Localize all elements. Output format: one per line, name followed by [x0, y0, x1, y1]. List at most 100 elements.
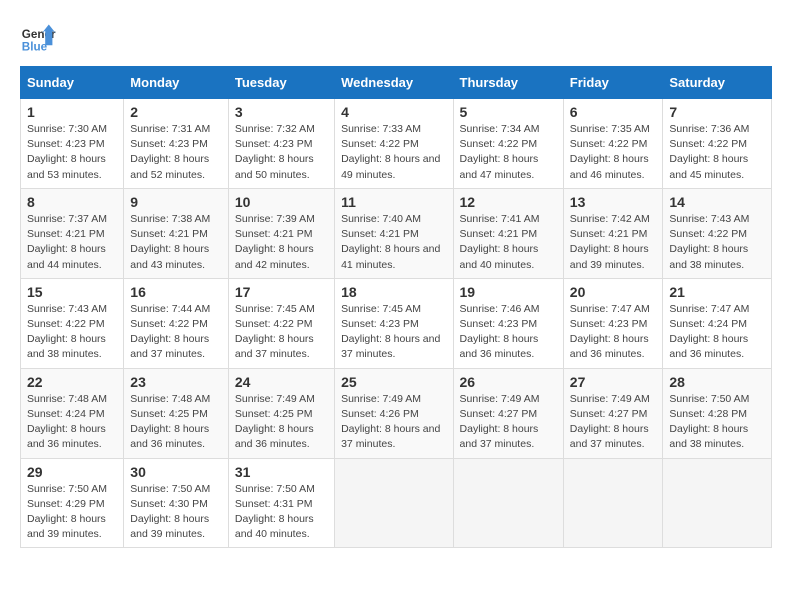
calendar-week-row: 8 Sunrise: 7:37 AM Sunset: 4:21 PM Dayli…: [21, 188, 772, 278]
day-info: Sunrise: 7:49 AM Sunset: 4:26 PM Dayligh…: [341, 392, 446, 453]
day-number: 6: [570, 104, 657, 120]
day-number: 9: [130, 194, 222, 210]
sunset-label: Sunset: 4:23 PM: [341, 318, 419, 330]
calendar-header-row: Sunday Monday Tuesday Wednesday Thursday…: [21, 67, 772, 99]
sunset-label: Sunset: 4:21 PM: [460, 228, 538, 240]
calendar-day-cell: 6 Sunrise: 7:35 AM Sunset: 4:22 PM Dayli…: [563, 99, 663, 189]
logo: General Blue: [20, 20, 56, 56]
calendar-day-cell: 8 Sunrise: 7:37 AM Sunset: 4:21 PM Dayli…: [21, 188, 124, 278]
day-info: Sunrise: 7:30 AM Sunset: 4:23 PM Dayligh…: [27, 122, 117, 183]
page-header: General Blue: [20, 20, 772, 56]
day-number: 19: [460, 284, 557, 300]
sunset-label: Sunset: 4:27 PM: [460, 408, 538, 420]
sunset-label: Sunset: 4:22 PM: [27, 318, 105, 330]
daylight-label: Daylight: 8 hours and 37 minutes.: [130, 333, 209, 360]
calendar-day-cell: 28 Sunrise: 7:50 AM Sunset: 4:28 PM Dayl…: [663, 368, 772, 458]
day-number: 26: [460, 374, 557, 390]
sunset-label: Sunset: 4:28 PM: [669, 408, 747, 420]
day-number: 3: [235, 104, 328, 120]
day-info: Sunrise: 7:50 AM Sunset: 4:31 PM Dayligh…: [235, 482, 328, 543]
day-number: 28: [669, 374, 765, 390]
sunset-label: Sunset: 4:22 PM: [460, 138, 538, 150]
daylight-label: Daylight: 8 hours and 46 minutes.: [570, 153, 649, 180]
calendar-day-cell: 20 Sunrise: 7:47 AM Sunset: 4:23 PM Dayl…: [563, 278, 663, 368]
day-info: Sunrise: 7:33 AM Sunset: 4:22 PM Dayligh…: [341, 122, 446, 183]
daylight-label: Daylight: 8 hours and 37 minutes.: [341, 423, 440, 450]
daylight-label: Daylight: 8 hours and 38 minutes.: [669, 243, 748, 270]
header-friday: Friday: [563, 67, 663, 99]
day-info: Sunrise: 7:46 AM Sunset: 4:23 PM Dayligh…: [460, 302, 557, 363]
daylight-label: Daylight: 8 hours and 52 minutes.: [130, 153, 209, 180]
sunrise-label: Sunrise: 7:33 AM: [341, 123, 421, 135]
sunrise-label: Sunrise: 7:43 AM: [669, 213, 749, 225]
day-info: Sunrise: 7:40 AM Sunset: 4:21 PM Dayligh…: [341, 212, 446, 273]
sunset-label: Sunset: 4:31 PM: [235, 498, 313, 510]
day-info: Sunrise: 7:47 AM Sunset: 4:23 PM Dayligh…: [570, 302, 657, 363]
daylight-label: Daylight: 8 hours and 50 minutes.: [235, 153, 314, 180]
header-thursday: Thursday: [453, 67, 563, 99]
sunrise-label: Sunrise: 7:45 AM: [341, 303, 421, 315]
day-info: Sunrise: 7:42 AM Sunset: 4:21 PM Dayligh…: [570, 212, 657, 273]
day-info: Sunrise: 7:31 AM Sunset: 4:23 PM Dayligh…: [130, 122, 222, 183]
calendar-day-cell: 23 Sunrise: 7:48 AM Sunset: 4:25 PM Dayl…: [124, 368, 229, 458]
sunset-label: Sunset: 4:21 PM: [235, 228, 313, 240]
calendar-day-cell: [335, 458, 453, 548]
svg-text:Blue: Blue: [22, 41, 48, 54]
day-info: Sunrise: 7:47 AM Sunset: 4:24 PM Dayligh…: [669, 302, 765, 363]
day-info: Sunrise: 7:45 AM Sunset: 4:22 PM Dayligh…: [235, 302, 328, 363]
daylight-label: Daylight: 8 hours and 53 minutes.: [27, 153, 106, 180]
day-number: 27: [570, 374, 657, 390]
day-number: 30: [130, 464, 222, 480]
sunrise-label: Sunrise: 7:47 AM: [570, 303, 650, 315]
sunrise-label: Sunrise: 7:49 AM: [235, 393, 315, 405]
daylight-label: Daylight: 8 hours and 39 minutes.: [570, 243, 649, 270]
sunrise-label: Sunrise: 7:37 AM: [27, 213, 107, 225]
sunrise-label: Sunrise: 7:50 AM: [235, 483, 315, 495]
sunset-label: Sunset: 4:22 PM: [341, 138, 419, 150]
day-number: 21: [669, 284, 765, 300]
logo-icon: General Blue: [20, 20, 56, 56]
day-number: 22: [27, 374, 117, 390]
calendar-day-cell: 14 Sunrise: 7:43 AM Sunset: 4:22 PM Dayl…: [663, 188, 772, 278]
calendar-day-cell: 22 Sunrise: 7:48 AM Sunset: 4:24 PM Dayl…: [21, 368, 124, 458]
calendar-day-cell: 2 Sunrise: 7:31 AM Sunset: 4:23 PM Dayli…: [124, 99, 229, 189]
calendar-day-cell: 26 Sunrise: 7:49 AM Sunset: 4:27 PM Dayl…: [453, 368, 563, 458]
day-number: 17: [235, 284, 328, 300]
sunset-label: Sunset: 4:30 PM: [130, 498, 208, 510]
day-number: 4: [341, 104, 446, 120]
calendar-day-cell: 9 Sunrise: 7:38 AM Sunset: 4:21 PM Dayli…: [124, 188, 229, 278]
day-number: 23: [130, 374, 222, 390]
daylight-label: Daylight: 8 hours and 37 minutes.: [570, 423, 649, 450]
day-info: Sunrise: 7:44 AM Sunset: 4:22 PM Dayligh…: [130, 302, 222, 363]
sunrise-label: Sunrise: 7:39 AM: [235, 213, 315, 225]
day-info: Sunrise: 7:32 AM Sunset: 4:23 PM Dayligh…: [235, 122, 328, 183]
sunrise-label: Sunrise: 7:49 AM: [460, 393, 540, 405]
sunrise-label: Sunrise: 7:35 AM: [570, 123, 650, 135]
daylight-label: Daylight: 8 hours and 39 minutes.: [130, 513, 209, 540]
sunset-label: Sunset: 4:23 PM: [27, 138, 105, 150]
sunset-label: Sunset: 4:23 PM: [570, 318, 648, 330]
sunrise-label: Sunrise: 7:40 AM: [341, 213, 421, 225]
calendar-day-cell: 19 Sunrise: 7:46 AM Sunset: 4:23 PM Dayl…: [453, 278, 563, 368]
daylight-label: Daylight: 8 hours and 36 minutes.: [27, 423, 106, 450]
sunrise-label: Sunrise: 7:49 AM: [341, 393, 421, 405]
calendar-day-cell: 21 Sunrise: 7:47 AM Sunset: 4:24 PM Dayl…: [663, 278, 772, 368]
sunrise-label: Sunrise: 7:43 AM: [27, 303, 107, 315]
calendar-week-row: 22 Sunrise: 7:48 AM Sunset: 4:24 PM Dayl…: [21, 368, 772, 458]
sunrise-label: Sunrise: 7:36 AM: [669, 123, 749, 135]
day-info: Sunrise: 7:35 AM Sunset: 4:22 PM Dayligh…: [570, 122, 657, 183]
day-number: 31: [235, 464, 328, 480]
sunrise-label: Sunrise: 7:46 AM: [460, 303, 540, 315]
sunrise-label: Sunrise: 7:44 AM: [130, 303, 210, 315]
day-info: Sunrise: 7:34 AM Sunset: 4:22 PM Dayligh…: [460, 122, 557, 183]
sunrise-label: Sunrise: 7:48 AM: [130, 393, 210, 405]
calendar-day-cell: 27 Sunrise: 7:49 AM Sunset: 4:27 PM Dayl…: [563, 368, 663, 458]
sunrise-label: Sunrise: 7:30 AM: [27, 123, 107, 135]
day-number: 5: [460, 104, 557, 120]
calendar-day-cell: 30 Sunrise: 7:50 AM Sunset: 4:30 PM Dayl…: [124, 458, 229, 548]
calendar-day-cell: 5 Sunrise: 7:34 AM Sunset: 4:22 PM Dayli…: [453, 99, 563, 189]
calendar-day-cell: [663, 458, 772, 548]
calendar-day-cell: 24 Sunrise: 7:49 AM Sunset: 4:25 PM Dayl…: [228, 368, 334, 458]
sunset-label: Sunset: 4:22 PM: [669, 228, 747, 240]
daylight-label: Daylight: 8 hours and 41 minutes.: [341, 243, 440, 270]
